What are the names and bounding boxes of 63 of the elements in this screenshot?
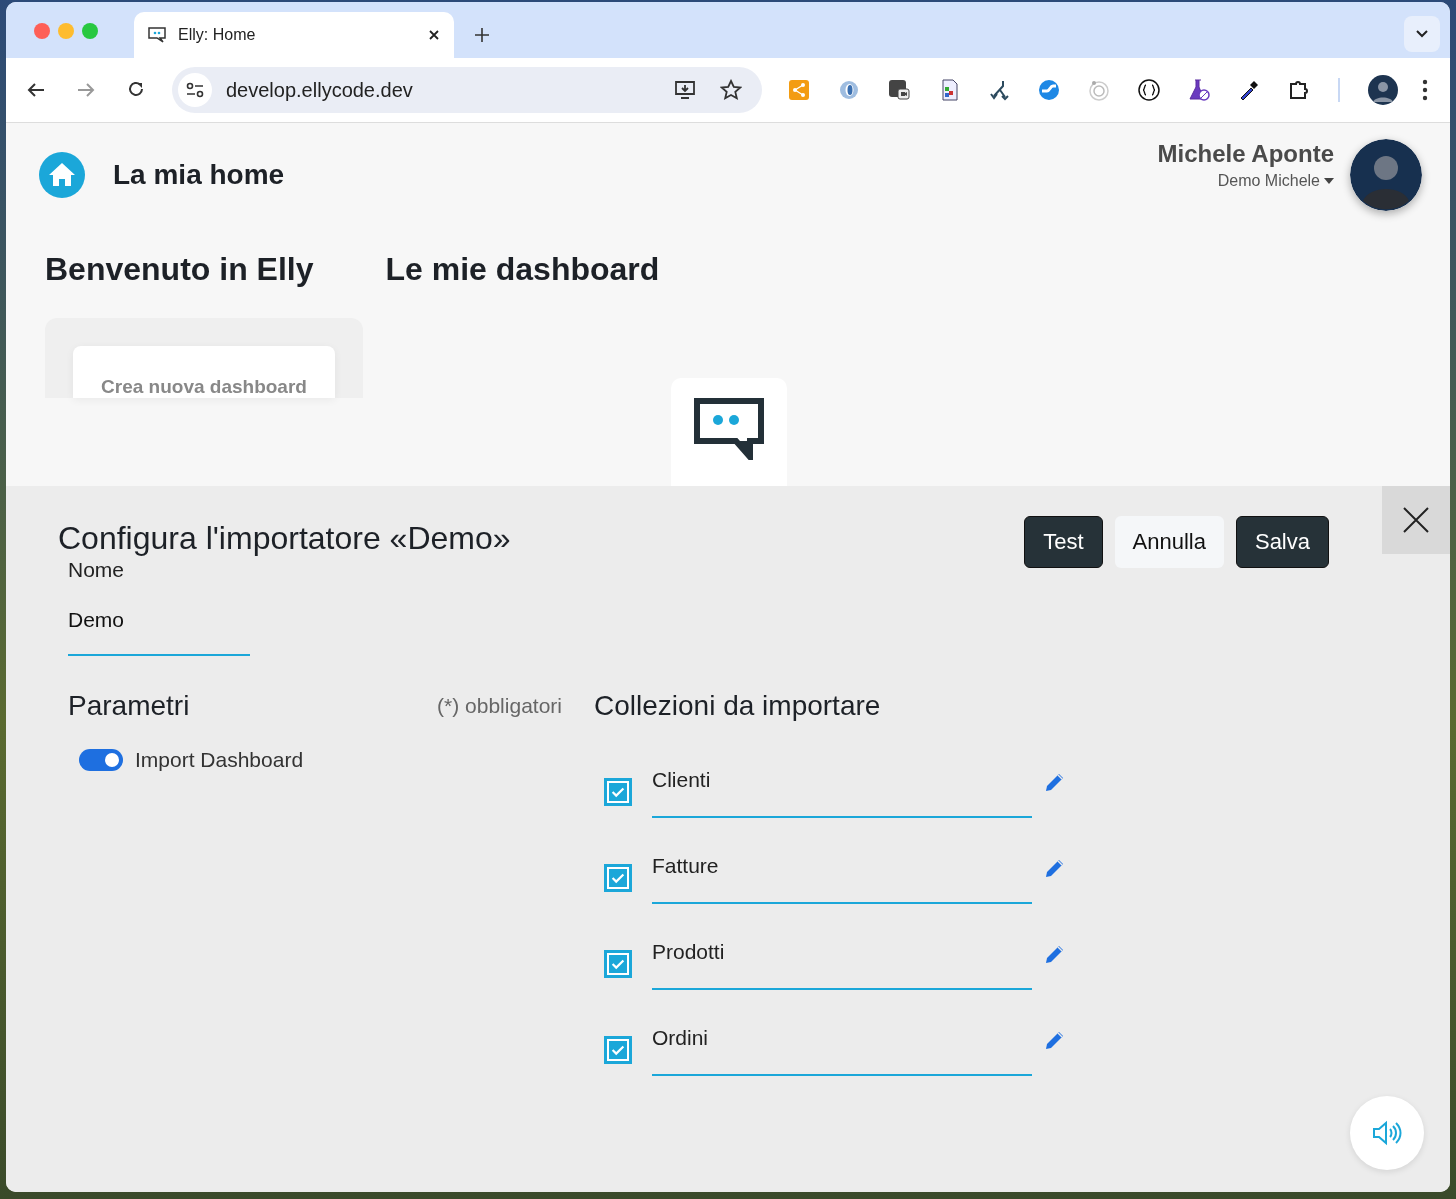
collections-heading: Collezioni da importare bbox=[594, 690, 882, 722]
address-bar[interactable]: develop.ellycode.dev bbox=[172, 67, 762, 113]
collection-name-field[interactable]: Fatture bbox=[652, 850, 1032, 904]
collection-name-field[interactable]: Ordini bbox=[652, 1022, 1032, 1076]
caret-icon bbox=[1324, 178, 1334, 184]
bookmark-star-icon[interactable] bbox=[720, 79, 742, 101]
chat-bubble-icon bbox=[694, 398, 764, 460]
user-avatar[interactable] bbox=[1350, 139, 1422, 211]
speaker-icon bbox=[1372, 1120, 1402, 1146]
welcome-heading: Benvenuto in Elly bbox=[45, 251, 314, 288]
primary-button[interactable]: Salva bbox=[1235, 516, 1329, 568]
page-title: La mia home bbox=[113, 159, 285, 191]
share-nodes-icon[interactable] bbox=[788, 79, 810, 101]
edit-pencil-icon[interactable] bbox=[1044, 857, 1066, 879]
new-tab-icon[interactable] bbox=[474, 27, 490, 43]
edit-pencil-icon[interactable] bbox=[1044, 943, 1066, 965]
checkbox[interactable] bbox=[604, 864, 632, 892]
video-camera-icon[interactable] bbox=[888, 79, 910, 101]
install-app-icon[interactable] bbox=[674, 79, 696, 101]
name-field-label: Nome bbox=[68, 558, 126, 582]
user-name: Michele Aponte bbox=[1157, 140, 1334, 168]
create-dashboard-card[interactable]: Crea nuova dashboard bbox=[73, 346, 335, 398]
eyedropper-icon[interactable] bbox=[1238, 79, 1260, 101]
chat-card[interactable] bbox=[671, 378, 787, 486]
close-icon bbox=[1403, 507, 1429, 533]
checkbox[interactable] bbox=[604, 950, 632, 978]
browser-tab[interactable]: Elly: Home bbox=[134, 12, 454, 58]
chat-bubble-icon bbox=[148, 27, 166, 43]
home-icon[interactable] bbox=[39, 152, 85, 198]
dashboards-heading: Le mie dashboard bbox=[385, 251, 660, 288]
name-field[interactable]: Demo bbox=[68, 582, 250, 656]
close-button[interactable] bbox=[1382, 486, 1450, 554]
site-settings-icon[interactable] bbox=[178, 73, 212, 107]
s-logo-icon[interactable] bbox=[1038, 79, 1060, 101]
flask-icon[interactable] bbox=[1188, 79, 1210, 101]
panel-title: Configura l'importatore «Demo» bbox=[58, 519, 512, 557]
merge-arrows-icon[interactable] bbox=[988, 79, 1010, 101]
puzzle-piece-icon[interactable] bbox=[1288, 79, 1310, 101]
edit-pencil-icon[interactable] bbox=[1044, 771, 1066, 793]
close-window-dot[interactable] bbox=[34, 23, 50, 39]
speaker-button[interactable] bbox=[1350, 1096, 1424, 1170]
edit-pencil-icon[interactable] bbox=[1044, 1029, 1066, 1051]
profile-avatar[interactable] bbox=[1368, 75, 1398, 105]
create-dashboard-label[interactable]: Crea nuova dashboard bbox=[101, 376, 307, 398]
ring-icon[interactable] bbox=[838, 79, 860, 101]
primary-button[interactable]: Test bbox=[1024, 516, 1103, 568]
toggle-label: Import Dashboard bbox=[135, 748, 304, 772]
close-tab-icon[interactable] bbox=[428, 29, 440, 41]
zoom-window-dot[interactable] bbox=[82, 23, 98, 39]
account-dropdown[interactable]: Demo Michele bbox=[1217, 172, 1334, 190]
parameters-heading: Parametri bbox=[68, 690, 190, 722]
chevron-down-icon bbox=[1416, 30, 1428, 38]
menu-icon[interactable] bbox=[1422, 79, 1428, 101]
required-note: (*) obbligatori bbox=[437, 694, 562, 718]
toggle-switch[interactable] bbox=[79, 749, 123, 771]
checkbox[interactable] bbox=[604, 1036, 632, 1064]
tab-list-button[interactable] bbox=[1404, 16, 1440, 52]
minimize-window-dot[interactable] bbox=[58, 23, 74, 39]
checkbox[interactable] bbox=[604, 778, 632, 806]
collection-name-field[interactable]: Clienti bbox=[652, 764, 1032, 818]
secondary-button[interactable]: Annulla bbox=[1114, 516, 1224, 568]
collection-name-field[interactable]: Prodotti bbox=[652, 936, 1032, 990]
braces-icon[interactable] bbox=[1138, 79, 1160, 101]
